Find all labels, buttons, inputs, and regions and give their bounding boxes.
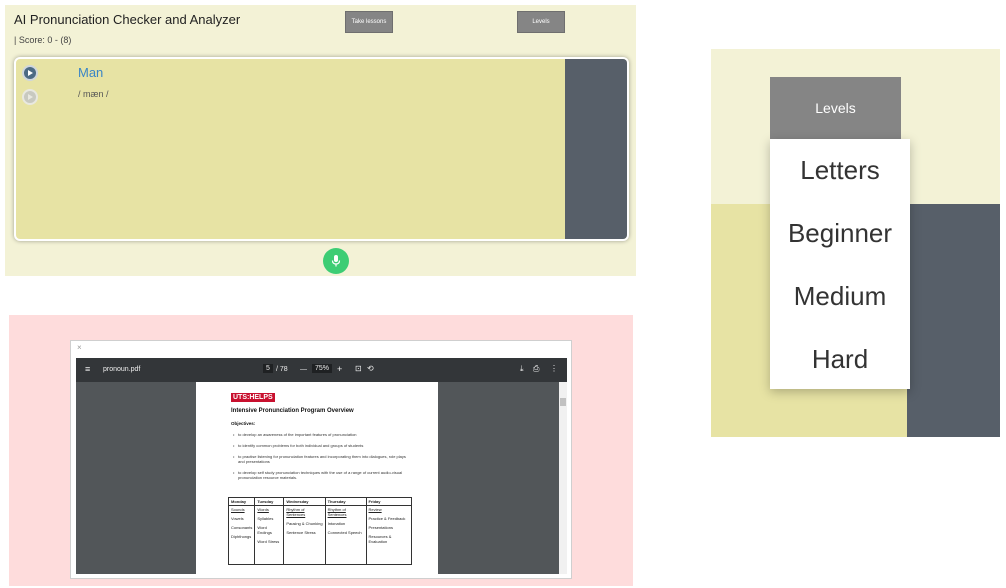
table-row: Sounds Vowels Consonants Diphthongs Word… bbox=[227, 505, 412, 565]
document-title: Intensive Pronunciation Program Overview bbox=[231, 408, 354, 414]
cell-item: Presentations bbox=[368, 525, 393, 530]
objectives-heading: Objectives: bbox=[231, 421, 256, 426]
pdf-toolbar: ≡ pronoun.pdf 5 / 78 — 75% + ⊡ ⟲ ⤓ ⎙ ⋮ bbox=[76, 358, 567, 382]
table-header: Tuesday bbox=[254, 497, 285, 506]
table-header: Wednesday bbox=[283, 497, 326, 506]
play-icon[interactable] bbox=[22, 65, 38, 81]
levels-dropdown-menu: Letters Beginner Medium Hard bbox=[770, 139, 910, 389]
more-icon[interactable]: ⋮ bbox=[550, 364, 558, 373]
cell-item: Resources & Evaluation bbox=[368, 534, 392, 544]
scrollbar[interactable] bbox=[559, 382, 567, 574]
cell-item: Diphthongs bbox=[231, 534, 252, 539]
cell-item: Word Stress bbox=[257, 539, 280, 544]
table-cell: Rhythm of Sentences Intonation Connected… bbox=[324, 505, 367, 565]
page-total: / 78 bbox=[276, 366, 288, 373]
close-icon[interactable]: × bbox=[77, 343, 82, 352]
cell-item: Connected Speech bbox=[327, 530, 362, 535]
page-number-input[interactable]: 5 bbox=[263, 364, 273, 373]
scrollbar-thumb[interactable] bbox=[560, 398, 566, 406]
list-item: to develop an awareness of the important… bbox=[233, 432, 408, 437]
list-item: to practise listening for pronunciation … bbox=[233, 454, 408, 464]
zoom-input[interactable]: 75% bbox=[312, 364, 333, 373]
menu-item-beginner[interactable]: Beginner bbox=[770, 218, 910, 249]
cell-item: Consonants bbox=[231, 525, 253, 530]
cell-item: Practice & Feedback bbox=[368, 516, 406, 521]
download-icon[interactable]: ⤓ bbox=[520, 364, 524, 374]
pdf-panel: × ≡ pronoun.pdf 5 / 78 — 75% + ⊡ ⟲ ⤓ ⎙ ⋮… bbox=[9, 315, 633, 586]
schedule-table: Monday Tuesday Wednesday Thursday Friday… bbox=[227, 497, 412, 565]
menu-item-hard[interactable]: Hard bbox=[770, 344, 910, 375]
cell-item: Word Endings bbox=[257, 525, 272, 535]
cell-item: Vowels bbox=[231, 516, 244, 521]
word-text: Man bbox=[78, 65, 104, 80]
menu-item-medium[interactable]: Medium bbox=[770, 281, 910, 312]
logo-badge: UTS:HELPS bbox=[231, 393, 275, 402]
table-header-row: Monday Tuesday Wednesday Thursday Friday bbox=[227, 497, 412, 506]
dropdown-zoom-panel: Levels Letters Beginner Medium Hard bbox=[711, 49, 1000, 437]
menu-icon[interactable]: ≡ bbox=[85, 364, 90, 374]
list-item: to develop self study pronunciation tech… bbox=[233, 470, 408, 480]
score-label: | Score: 0 - (8) bbox=[14, 35, 72, 45]
pdf-page: UTS:HELPS Intensive Pronunciation Progra… bbox=[196, 382, 438, 574]
table-cell: Rhythm of Sentences Pausing & Chunking S… bbox=[283, 505, 326, 565]
card-side-panel bbox=[565, 59, 627, 239]
table-header: Friday bbox=[365, 497, 412, 506]
table-cell: Review Practice & Feedback Presentations… bbox=[365, 505, 412, 565]
cell-item: Sentence Stress bbox=[286, 530, 316, 535]
rotate-icon[interactable]: ⟲ bbox=[367, 364, 374, 373]
levels-button[interactable]: Levels bbox=[517, 11, 565, 33]
table-cell: Words Syllables Word Endings Word Stress bbox=[254, 505, 285, 565]
zoom-in-button[interactable]: + bbox=[337, 364, 342, 374]
ipa-text: / mæn / bbox=[78, 89, 109, 99]
pdf-window: × ≡ pronoun.pdf 5 / 78 — 75% + ⊡ ⟲ ⤓ ⎙ ⋮… bbox=[70, 340, 572, 579]
objectives-list: to develop an awareness of the important… bbox=[233, 432, 408, 486]
pdf-filename: pronoun.pdf bbox=[103, 366, 141, 373]
cell-item: Pausing & Chunking bbox=[286, 521, 323, 526]
cell-heading: Words bbox=[257, 507, 269, 512]
cell-heading: Rhythm of Sentences bbox=[286, 507, 306, 517]
microphone-icon bbox=[331, 255, 341, 267]
list-item: to identify common problems for both ind… bbox=[233, 443, 408, 448]
page-title: AI Pronunciation Checker and Analyzer bbox=[14, 12, 241, 27]
cell-item: Syllables bbox=[257, 516, 274, 521]
cell-item: Intonation bbox=[327, 521, 346, 526]
cell-heading: Sounds bbox=[231, 507, 245, 512]
table-header: Monday bbox=[227, 497, 256, 506]
pdf-document-area[interactable]: UTS:HELPS Intensive Pronunciation Progra… bbox=[76, 382, 567, 574]
take-lessons-button[interactable]: Take lessons bbox=[345, 11, 393, 33]
print-icon[interactable]: ⎙ bbox=[533, 364, 539, 374]
fit-page-icon[interactable]: ⊡ bbox=[355, 364, 362, 373]
app-panel: AI Pronunciation Checker and Analyzer | … bbox=[5, 5, 636, 276]
levels-dropdown-button[interactable]: Levels bbox=[770, 77, 901, 139]
table-cell: Sounds Vowels Consonants Diphthongs bbox=[227, 505, 256, 565]
cell-heading: Rhythm of Sentences bbox=[327, 507, 347, 517]
secondary-play-icon[interactable] bbox=[22, 89, 38, 105]
cell-heading: Review bbox=[368, 507, 382, 512]
zoom-out-button[interactable]: — bbox=[300, 366, 307, 373]
table-header: Thursday bbox=[324, 497, 367, 506]
menu-item-letters[interactable]: Letters bbox=[770, 155, 910, 186]
word-card: Man / mæn / bbox=[14, 57, 629, 241]
microphone-button[interactable] bbox=[323, 248, 349, 274]
